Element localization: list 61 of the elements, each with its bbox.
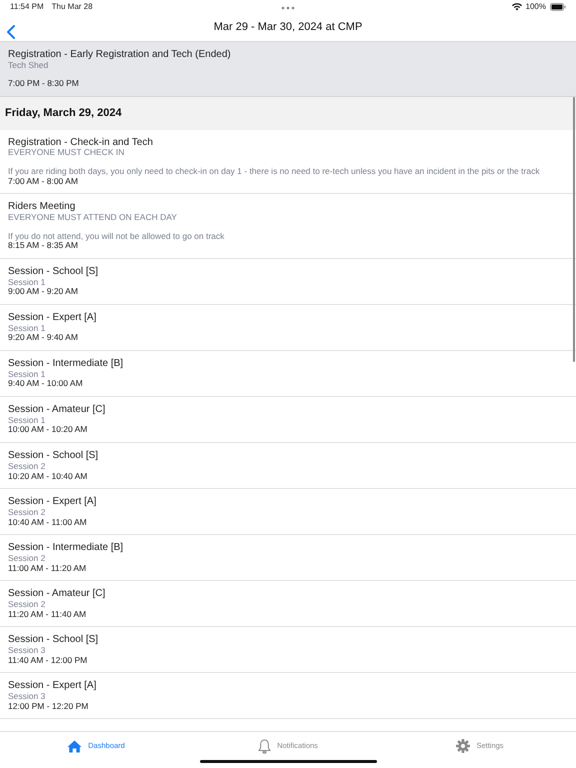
event-title: Registration - Early Registration and Tech (Ended) — [8, 49, 232, 60]
battery-icon — [550, 3, 566, 11]
event-time: 12:00 PM - 12:20 PM — [8, 702, 90, 712]
event-title: Session - Expert [A] — [8, 496, 98, 508]
event-title: Session - School [S] — [8, 634, 100, 646]
event-title: Session - Expert [A] — [8, 680, 98, 692]
event-subtitle: Session 1 — [8, 370, 46, 380]
gear-icon — [456, 739, 470, 753]
event-subtitle: EVERYONE MUST ATTEND ON EACH DAY — [8, 212, 178, 223]
event-title: Session - School [S] — [8, 450, 100, 462]
event-subtitle: Session 2 — [8, 554, 46, 564]
event-row[interactable]: Session - School [S] Session 2 10:20 AM - 10:40 AM — [0, 443, 576, 490]
bell-icon — [258, 738, 272, 754]
battery-percent: 100% — [526, 1, 546, 13]
section-heading: Friday, March 29, 2024 — [0, 97, 576, 130]
event-subtitle: Session 2 — [8, 508, 46, 518]
event-subtitle: EVERYONE MUST CHECK IN — [8, 148, 126, 158]
event-subtitle: Session 1 — [8, 278, 46, 288]
event-subtitle: Tech Shed — [8, 60, 50, 70]
event-row[interactable]: Session - Amateur [C] Session 2 11:20 AM - 11:40 AM — [0, 581, 576, 628]
status-time: 11:54 PM — [10, 1, 44, 13]
event-title: Session - Intermediate [B] — [8, 358, 124, 370]
event-time: 9:40 AM - 10:00 AM — [8, 379, 84, 390]
event-row[interactable]: Session - Intermediate [B] Session 1 9:40 AM - 10:00 AM — [0, 351, 576, 398]
event-note: If you do not attend, you will not be allowed to go on track — [8, 232, 226, 242]
event-row[interactable]: Session - Expert [A] Session 2 10:40 AM - 11:00 AM — [0, 489, 576, 536]
event-title: Session - Amateur [C] — [8, 588, 106, 600]
event-time: 9:00 AM - 9:20 AM — [8, 287, 79, 298]
event-time: 10:00 AM - 10:20 AM — [8, 425, 88, 436]
event-subtitle: Session 3 — [8, 646, 46, 656]
event-time: 8:15 AM - 8:35 AM — [8, 241, 78, 252]
event-row[interactable]: Session - Expert [A] Session 3 12:00 PM - 12:20 PM — [0, 673, 576, 720]
event-subtitle: Session 1 — [8, 324, 46, 334]
event-note: If you are riding both days, you only need to check-in on day 1 - there is no need to re-tech unless you have an incident in the pits or the track — [8, 166, 541, 177]
event-title: Registration - Check-in and Tech — [8, 136, 154, 148]
nav-title: Mar 29 - Mar 30, 2024 at CMP — [214, 20, 362, 36]
event-title: Session - School [S] — [8, 266, 100, 278]
event-time: 11:20 AM - 11:40 AM — [8, 610, 88, 620]
event-row[interactable]: Session - School [S] Session 3 11:40 AM - 12:00 PM — [0, 627, 576, 674]
event-row[interactable]: Session - Intermediate [B] Session 2 11:00 AM - 11:20 AM — [0, 535, 576, 582]
event-subtitle: Session 1 — [8, 416, 46, 426]
event-time: 10:20 AM - 10:40 AM — [8, 472, 88, 482]
status-date: Thu Mar 28 — [52, 1, 93, 13]
event-subtitle: Session 3 — [8, 692, 46, 702]
event-time: 7:00 AM - 8:00 AM — [8, 176, 79, 186]
event-time: 7:00 PM - 8:30 PM — [8, 79, 80, 90]
wifi-icon — [512, 3, 522, 11]
event-time: 10:40 AM - 11:00 AM — [8, 518, 88, 528]
event-time: 11:40 AM - 12:00 PM — [8, 656, 88, 666]
event-title: Session - Intermediate [B] — [8, 542, 124, 554]
event-title: Session - Amateur [C] — [8, 404, 106, 416]
home-icon — [67, 740, 82, 752]
event-time: 11:00 AM - 11:20 AM — [8, 564, 88, 574]
more-dots-icon[interactable] — [281, 6, 295, 10]
event-title: Session - Expert [A] — [8, 312, 98, 324]
event-row[interactable]: Registration - Early Registration and Tech (Ended) Tech Shed 7:00 PM - 8:30 PM — [0, 42, 576, 98]
event-title: Riders Meeting — [8, 201, 76, 213]
event-subtitle: Session 2 — [8, 462, 46, 472]
event-row[interactable]: Session - Amateur [C] Session 1 10:00 AM - 10:20 AM — [0, 397, 576, 444]
event-subtitle: Session 2 — [8, 600, 46, 610]
event-time: 9:20 AM - 9:40 AM — [8, 333, 79, 344]
